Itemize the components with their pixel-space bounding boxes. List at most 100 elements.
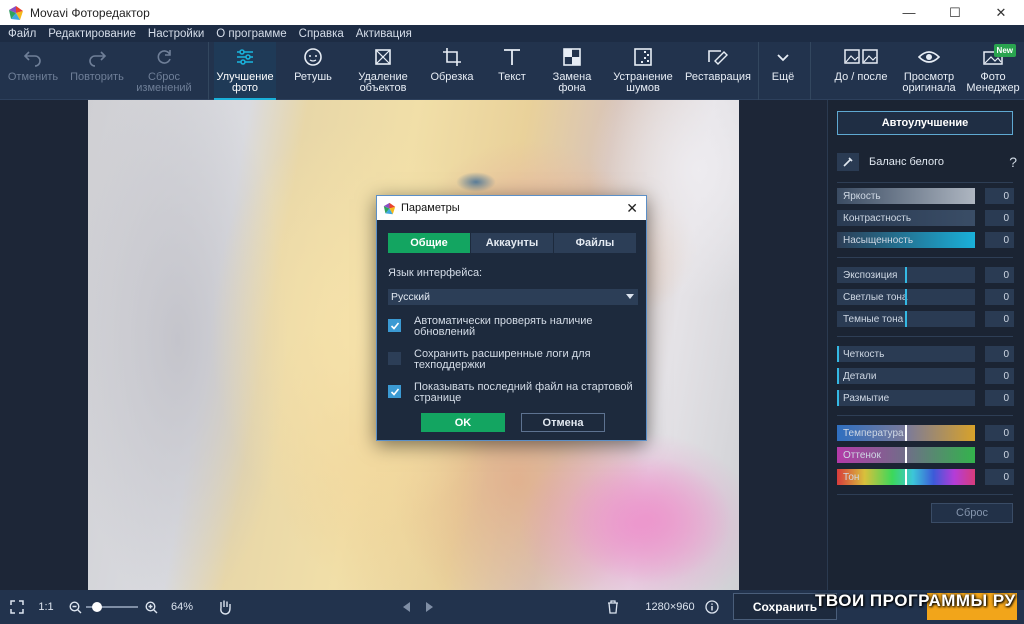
highlights-value[interactable]: 0	[985, 289, 1014, 305]
tab-general[interactable]: Общие	[388, 233, 470, 253]
details-slider[interactable]: Детали	[837, 368, 975, 384]
zoom-slider[interactable]	[86, 590, 138, 624]
slider-label: Темные тона	[843, 313, 904, 325]
tab-accounts[interactable]: Аккаунты	[471, 233, 553, 253]
auto-update-label: Автоматически проверять наличие обновлен…	[414, 315, 593, 338]
ok-button[interactable]: OK	[421, 413, 505, 432]
zoom-slider-knob[interactable]	[91, 602, 102, 612]
cancel-button[interactable]: Отмена	[521, 413, 605, 432]
shadows-value[interactable]: 0	[985, 311, 1014, 327]
auto-update-checkbox[interactable]	[388, 319, 401, 332]
contrast-value[interactable]: 0	[985, 210, 1014, 226]
eyedropper-button[interactable]	[837, 153, 859, 171]
noise-icon	[634, 48, 652, 66]
menu-help[interactable]: Справка	[299, 28, 344, 40]
show-last-file-checkbox[interactable]	[388, 385, 401, 398]
exposure-slider[interactable]: Экспозиция	[837, 267, 975, 283]
slider-label: Тон	[843, 471, 860, 483]
reset-button[interactable]: Сброс	[931, 503, 1013, 523]
before-after-button[interactable]: До / после	[828, 42, 894, 100]
details-value[interactable]: 0	[985, 368, 1014, 384]
view-original-button[interactable]: Просмотр оригинала	[898, 42, 960, 100]
tab-remove-objects[interactable]: Удаление объектов	[350, 42, 416, 100]
dropdown-arrow-icon	[626, 294, 634, 299]
photo-manager-button[interactable]: Фото Менеджер New	[964, 42, 1022, 100]
previous-image-button[interactable]	[398, 590, 414, 624]
dress-shape	[518, 430, 739, 590]
clarity-slider[interactable]: Четкость	[837, 346, 975, 362]
language-label: Язык интерфейса:	[388, 267, 483, 279]
image-dimensions: 1280×960	[645, 601, 695, 613]
menu-edit[interactable]: Редактирование	[48, 28, 136, 40]
menu-bar: Файл Редактирование Настройки О программ…	[0, 25, 1024, 42]
maximize-button[interactable]: ☐	[932, 0, 978, 25]
blur-value[interactable]: 0	[985, 390, 1014, 406]
reset-changes-button[interactable]: Сброс изменений	[132, 42, 196, 100]
text-label: Текст	[498, 71, 526, 83]
temperature-value[interactable]: 0	[985, 425, 1014, 441]
tab-restoration[interactable]: Реставрация	[682, 42, 754, 100]
original-label-2: оригинала	[902, 82, 956, 94]
checkmark-icon	[390, 387, 399, 396]
more-button[interactable]: Ещё	[760, 42, 806, 100]
tab-replace-background[interactable]: Замена фона	[544, 42, 600, 100]
auto-enhance-button[interactable]: Автоулучшение	[837, 111, 1013, 135]
menu-activation[interactable]: Активация	[356, 28, 412, 40]
panel-divider	[837, 415, 1013, 416]
language-select[interactable]: Русский	[388, 289, 638, 305]
redo-icon	[89, 51, 107, 67]
blur-slider[interactable]: Размытие	[837, 390, 975, 406]
tab-files[interactable]: Файлы	[554, 233, 636, 253]
actual-size-button[interactable]: 1:1	[34, 590, 58, 624]
info-button[interactable]	[704, 590, 720, 624]
extended-logs-option[interactable]: Сохранить расширенные логи для техподдер…	[388, 349, 638, 371]
saturation-slider[interactable]: Насыщенность	[837, 232, 975, 248]
tab-text[interactable]: Текст	[488, 42, 536, 100]
tint-slider[interactable]: Оттенок	[837, 447, 975, 463]
next-image-button[interactable]	[422, 590, 438, 624]
sliders-icon	[237, 49, 253, 65]
hand-tool-button[interactable]	[214, 590, 236, 624]
enhance-label-2: фото	[232, 82, 258, 94]
tab-crop[interactable]: Обрезка	[424, 42, 480, 100]
highlights-slider[interactable]: Светлые тона	[837, 289, 975, 305]
exposure-value[interactable]: 0	[985, 267, 1014, 283]
toolbar-divider	[758, 42, 759, 100]
close-icon[interactable]: ✕	[626, 200, 638, 217]
brightness-slider[interactable]: Яркость	[837, 188, 975, 204]
contrast-slider[interactable]: Контрастность	[837, 210, 975, 226]
menu-settings[interactable]: Настройки	[148, 28, 204, 40]
menu-file[interactable]: Файл	[8, 28, 36, 40]
shadows-slider[interactable]: Темные тона	[837, 311, 975, 327]
zoom-out-button[interactable]	[66, 590, 84, 624]
brightness-value[interactable]: 0	[985, 188, 1014, 204]
menu-about[interactable]: О программе	[216, 28, 286, 40]
temperature-slider[interactable]: Температура	[837, 425, 975, 441]
panel-divider	[837, 494, 1013, 495]
eye-icon	[918, 51, 940, 63]
extended-logs-checkbox[interactable]	[388, 352, 401, 365]
tint-value[interactable]: 0	[985, 447, 1014, 463]
undo-button[interactable]: Отменить	[4, 42, 62, 100]
new-badge: New	[993, 44, 1016, 57]
tab-enhance-photo[interactable]: Улучшение фото	[214, 42, 276, 100]
tab-denoise[interactable]: Устранение шумов	[606, 42, 680, 100]
hue-slider[interactable]: Тон	[837, 469, 975, 485]
zoom-in-button[interactable]	[142, 590, 160, 624]
auto-update-option[interactable]: Автоматически проверять наличие обновлен…	[388, 316, 638, 338]
delete-button[interactable]	[604, 590, 622, 624]
white-balance-row: Баланс белого ?	[837, 152, 1017, 172]
movavi-logo-icon	[9, 5, 23, 20]
minimize-button[interactable]: —	[886, 0, 932, 25]
close-window-button[interactable]: ✕	[978, 0, 1024, 25]
redo-button[interactable]: Повторить	[66, 42, 128, 100]
fit-screen-button[interactable]	[6, 590, 28, 624]
help-icon[interactable]: ?	[1009, 154, 1017, 170]
zoom-out-icon	[68, 600, 81, 613]
clarity-value[interactable]: 0	[985, 346, 1014, 362]
title-bar: Movavi Фоторедактор — ☐ ✕	[0, 0, 1024, 25]
hue-value[interactable]: 0	[985, 469, 1014, 485]
tab-retouch[interactable]: Ретушь	[283, 42, 343, 100]
saturation-value[interactable]: 0	[985, 232, 1014, 248]
show-last-file-option[interactable]: Показывать последний файл на стартовой с…	[388, 382, 638, 404]
